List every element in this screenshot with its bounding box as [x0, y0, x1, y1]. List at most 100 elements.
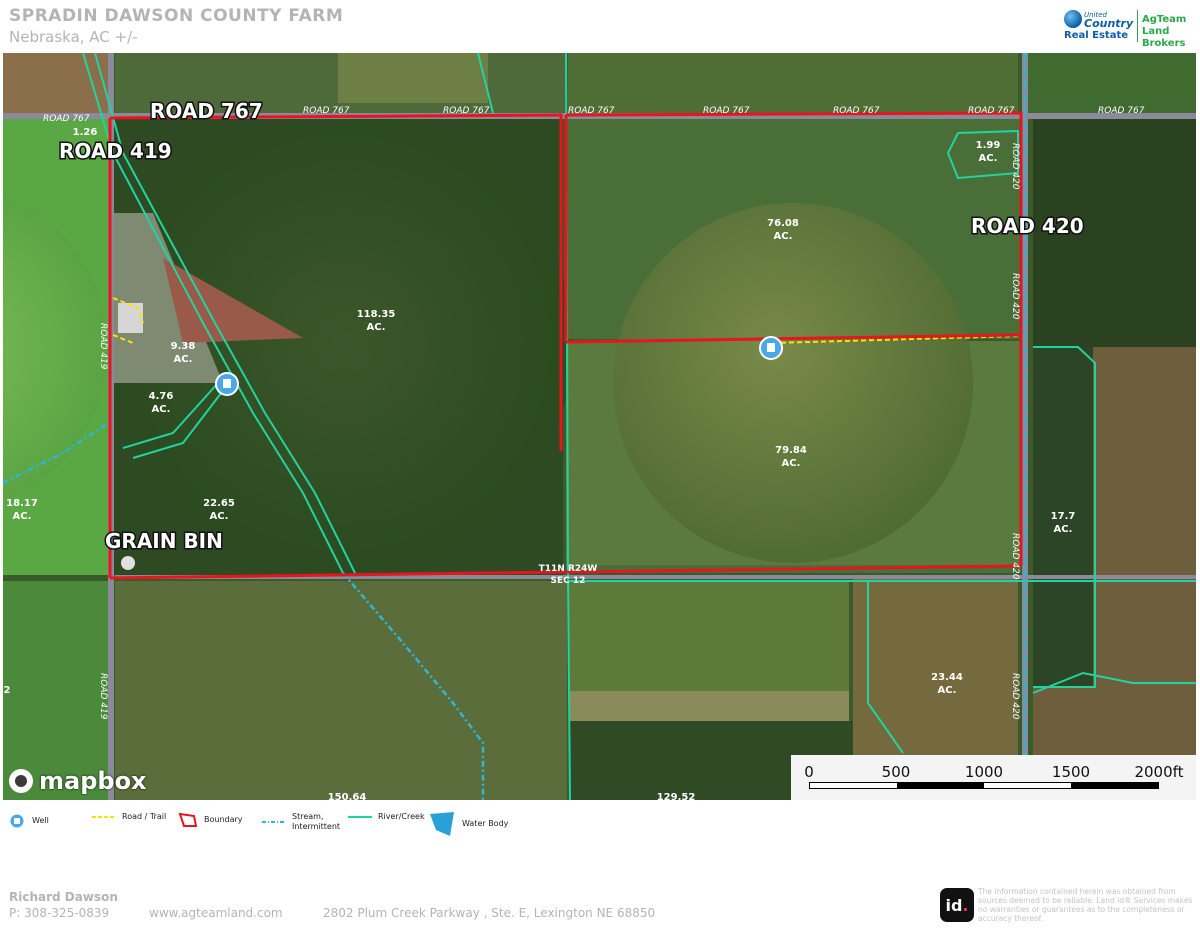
disclaimer: The information contained herein was obt…: [978, 887, 1193, 923]
pivot-79: [613, 203, 973, 563]
acreage-value: 18.17: [6, 498, 38, 509]
water-body-legend-icon: [430, 812, 454, 836]
united-country-logo[interactable]: United Country Real Estate: [1062, 8, 1134, 44]
id-logo-text: id: [945, 895, 963, 915]
field-129-mid: [569, 691, 849, 721]
farm-buildings: [118, 303, 143, 333]
office-address: 2802 Plum Creek Parkway , Ste. E, Lexing…: [323, 906, 656, 920]
acreage-unit: AC.: [1054, 524, 1073, 535]
acreage-value: 76.08: [767, 218, 799, 229]
road-419-label: ROAD 419: [59, 139, 172, 163]
acreage-value: 1.99: [976, 140, 1001, 151]
field-top-far: [1028, 53, 1196, 113]
acreage-unit: AC.: [152, 404, 171, 415]
scale-label: 1000: [964, 763, 1004, 781]
acreage-unit: AC.: [782, 458, 801, 469]
river-legend-icon: [348, 816, 372, 818]
id-logo-dot: .: [962, 895, 969, 915]
mapbox-attribution[interactable]: mapbox: [9, 767, 147, 795]
acreage-unit: AC.: [210, 511, 229, 522]
acreage-value: 79.84: [775, 445, 807, 456]
well-legend-icon: [9, 813, 25, 829]
road-label-small: ROAD 767: [443, 106, 490, 116]
field-top-right: [568, 53, 1018, 113]
boundary-legend-icon: [178, 812, 198, 827]
agteam-logo[interactable]: AgTeam Land Brokers: [1142, 14, 1200, 50]
map-legend: Well Road / Trail Boundary Stream, Inter…: [8, 812, 708, 840]
scale-label: 2000ft: [1134, 763, 1184, 781]
road-label-small: ROAD 767: [833, 106, 880, 116]
road-label-small: ROAD 767: [568, 106, 615, 116]
logo-uc-line3: Real Estate: [1064, 30, 1129, 41]
map-svg: ROAD 767 ROAD 767 ROAD 767 ROAD 767 ROAD…: [3, 53, 1196, 800]
legend-road-trail-label: Road / Trail: [122, 812, 167, 821]
scale-bar: 0 500 1000 1500 2000ft: [791, 755, 1196, 800]
page-subtitle: Nebraska, AC +/-: [9, 28, 138, 46]
road-label-small: ROAD 420: [1010, 673, 1020, 720]
scale-label: 0: [804, 763, 814, 781]
scale-label: 1500: [1051, 763, 1091, 781]
land-id-logo[interactable]: id.: [940, 888, 974, 922]
globe-icon: [1064, 10, 1082, 28]
acreage-value: 9.38: [171, 341, 196, 352]
road-label-small: ROAD 767: [1098, 106, 1145, 116]
field-far-east: [1093, 347, 1196, 687]
legend-water-body-label: Water Body: [462, 819, 509, 828]
legend-stream-line1: Stream,: [292, 812, 324, 821]
website-link[interactable]: www.agteamland.com: [149, 906, 283, 920]
road-label-small: ROAD 419: [98, 673, 108, 720]
agent-name: Richard Dawson: [9, 890, 118, 904]
acreage-unit: AC.: [938, 685, 957, 696]
grain-bin-circle: [121, 556, 135, 570]
legend-water-body: Water Body: [430, 812, 508, 836]
acreage-value: 118.35: [357, 309, 396, 320]
legend-boundary: Boundary: [178, 812, 243, 828]
mapbox-text: mapbox: [39, 767, 147, 795]
page-title: SPRADIN DAWSON COUNTY FARM: [9, 6, 344, 26]
acreage-value: 23.44: [931, 672, 963, 683]
legend-road-trail: Road / Trail: [92, 812, 166, 822]
road-label-small: ROAD 767: [43, 114, 90, 124]
acreage-value: 2: [4, 685, 11, 696]
grain-bin-label: GRAIN BIN: [105, 529, 223, 553]
aerial-map[interactable]: ROAD 767 ROAD 767 ROAD 767 ROAD 767 ROAD…: [3, 53, 1196, 800]
agent-phone[interactable]: P: 308-325-0839: [9, 906, 109, 920]
road-420-label: ROAD 420: [971, 214, 1084, 238]
logo-divider: [1137, 10, 1138, 42]
road-label-small: ROAD 419: [98, 323, 108, 370]
acreage-unit: AC.: [774, 231, 793, 242]
legend-stream-line2: Intermittent: [292, 822, 341, 831]
legend-river: River/Creek: [348, 812, 425, 822]
legend-well-label: Well: [32, 816, 49, 825]
legend-stream-label: Stream, Intermittent: [292, 812, 340, 832]
section-label-2: SEC 12: [551, 576, 586, 586]
acreage-value: 4.76: [149, 391, 174, 402]
logo-ag-line1: AgTeam: [1142, 14, 1187, 25]
scale-label: 500: [881, 763, 911, 781]
legend-boundary-label: Boundary: [204, 815, 243, 824]
acreage-value: 150.64: [328, 792, 367, 800]
logo-ag-line2: Land Brokers: [1142, 26, 1186, 49]
scale-bar-graphic: [809, 782, 1159, 789]
road-label-small: ROAD 767: [303, 106, 350, 116]
legend-well: Well: [8, 812, 49, 830]
acreage-unit: AC.: [174, 354, 193, 365]
acreage-value: 129.52: [657, 792, 696, 800]
section-label-1: T11N R24W: [539, 564, 598, 574]
well-icon[interactable]: [759, 336, 783, 360]
field-150: [115, 581, 567, 800]
well-icon[interactable]: [215, 372, 239, 396]
acreage-unit: AC.: [979, 153, 998, 164]
acreage-value: 22.65: [203, 498, 235, 509]
road-label-small: ROAD 420: [1010, 273, 1020, 320]
road-767-label: ROAD 767: [150, 99, 263, 123]
acreage-value: 17.7: [1051, 511, 1076, 522]
stream-legend-icon: [262, 821, 286, 823]
acreage-unit: AC.: [367, 322, 386, 333]
road-label-small: ROAD 420: [1010, 143, 1020, 190]
road-label-small: ROAD 420: [1010, 533, 1020, 580]
field-top-mid2: [338, 53, 488, 103]
field-129-top: [569, 581, 849, 691]
road-label-small: ROAD 767: [703, 106, 750, 116]
logo-uc-line2: Country: [1084, 17, 1134, 30]
